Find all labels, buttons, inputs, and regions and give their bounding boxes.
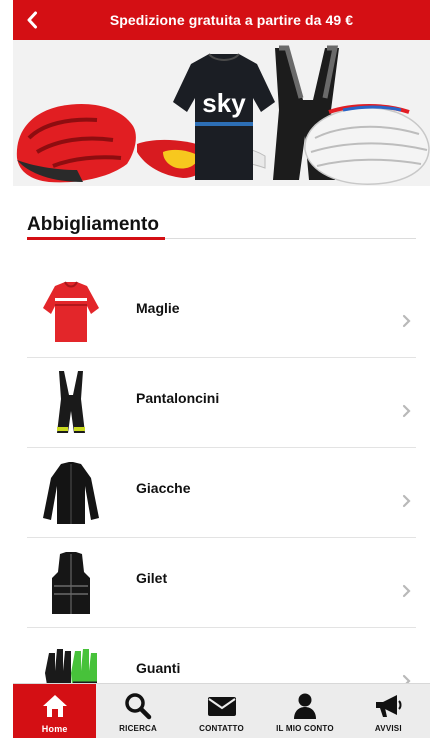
category-list: Maglie Pantaloncini Giacche Gilet Guanti [27,268,416,718]
envelope-icon [207,697,236,716]
tab-home[interactable]: Home [13,684,97,738]
jersey-icon [41,278,101,348]
section-title-underline [27,237,165,240]
hero-banner[interactable]: sky [13,40,430,186]
category-item-giacche[interactable]: Giacche [27,448,416,538]
jacket-icon [41,458,101,528]
category-label: Gilet [136,570,168,586]
category-label: Pantaloncini [136,390,220,406]
tab-label: IL MIO CONTO [276,724,334,733]
tab-search[interactable]: RICERCA [96,684,179,738]
bib-shorts-icon [41,368,101,438]
category-label: Giacche [136,480,191,496]
tab-label: RICERCA [119,724,158,733]
category-item-gilet[interactable]: Gilet [27,538,416,628]
top-bar: Spedizione gratuita a partire da 49 € [13,0,430,40]
user-icon [293,693,316,719]
chevron-right-icon [402,314,411,328]
hero-banner-image: sky [13,40,430,186]
chevron-right-icon [402,494,411,508]
chevron-right-icon [402,584,411,598]
shipping-banner-text: Spedizione gratuita a partire da 49 € [109,12,354,28]
chevron-left-icon [27,11,37,29]
app-frame: Spedizione gratuita a partire da 49 € sk… [13,0,430,738]
category-item-maglie[interactable]: Maglie [27,268,416,358]
vest-icon [41,548,101,618]
bottom-tab-bar: Home RICERCA CONTATTO IL MIO CONTO AVVIS… [13,683,430,738]
back-button[interactable] [21,8,43,32]
category-label: Guanti [136,660,181,676]
tab-account[interactable]: IL MIO CONTO [263,684,346,738]
tab-label: CONTATTO [199,724,244,733]
tab-label: AVVISI [374,724,402,733]
category-label: Maglie [136,300,180,316]
megaphone-icon [376,695,402,717]
tab-contact[interactable]: CONTATTO [180,684,263,738]
tab-notifications[interactable]: AVVISI [347,684,430,738]
tab-label: Home [41,724,68,734]
search-icon [125,693,152,720]
home-icon [42,695,67,717]
sky-logo: sky [202,88,246,118]
category-item-pantaloncini[interactable]: Pantaloncini [27,358,416,448]
section-title: Abbigliamento [27,214,159,235]
chevron-right-icon [402,404,411,418]
